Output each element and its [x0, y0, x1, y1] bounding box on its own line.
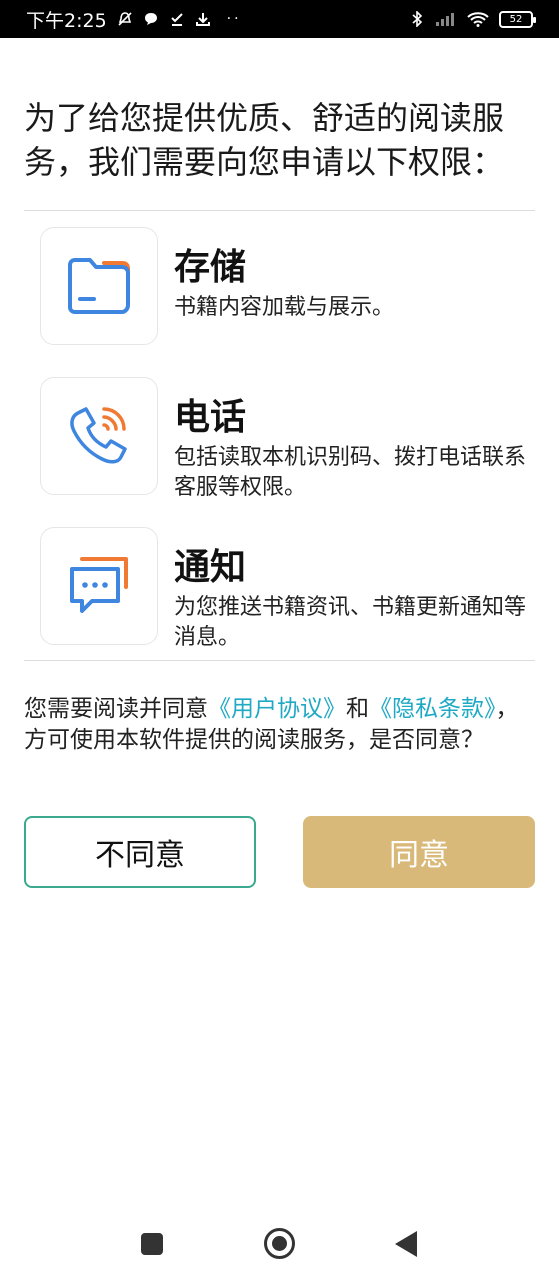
user-agreement-link[interactable]: 《用户协议》	[208, 696, 346, 722]
battery-level: 52	[509, 13, 523, 25]
agree-button[interactable]: 同意	[303, 816, 535, 888]
status-time: 下午2:25	[26, 9, 107, 32]
permission-phone-text: 电话 包括读取本机识别码、拨打电话联系客服等权限。	[174, 377, 534, 503]
navigation-bar	[0, 1210, 559, 1280]
intro-text: 为了给您提供优质、舒适的阅读服务，我们需要向您申请以下权限：	[24, 99, 505, 181]
disagree-button[interactable]: 不同意	[24, 816, 256, 888]
home-icon-dot	[272, 1236, 287, 1251]
permission-description: 为您推送书籍资讯、书籍更新通知等消息。	[174, 595, 527, 650]
chat-icon	[144, 13, 157, 25]
home-icon[interactable]	[264, 1228, 295, 1259]
agreement-prefix: 您需要阅读并同意	[24, 696, 208, 722]
permission-dialog-screen: 下午2:25 ·· 52 为了给您提供优质、舒适的阅读服务，我们需要向您申请以下…	[0, 0, 559, 1280]
wifi-icon	[467, 12, 489, 27]
message-icon	[40, 527, 158, 645]
agreement-text: 您需要阅读并同意《用户协议》和《隐私条款》，方可使用本软件提供的阅读服务，是否同…	[24, 694, 534, 756]
download-icon	[195, 13, 210, 26]
bottom-divider	[24, 660, 535, 661]
permission-description: 包括读取本机识别码、拨打电话联系客服等权限。	[174, 445, 527, 500]
agreement-and: 和	[346, 696, 369, 722]
status-bar: 下午2:25 ·· 52	[0, 0, 559, 38]
permission-title: 电话	[174, 397, 247, 438]
permission-description: 书籍内容加载与展示。	[174, 295, 395, 320]
battery-icon: 52	[499, 10, 536, 28]
privacy-policy-link[interactable]: 《隐私条款》	[369, 696, 496, 722]
phone-icon	[40, 377, 158, 495]
permission-storage-text: 存储 书籍内容加载与展示。	[174, 227, 534, 345]
status-bar-right: 52	[409, 10, 536, 28]
permission-title: 存储	[174, 247, 247, 288]
back-icon[interactable]	[395, 1231, 417, 1257]
signal-icon	[436, 13, 454, 26]
bluetooth-icon	[412, 11, 423, 27]
permission-phone: 电话 包括读取本机识别码、拨打电话联系客服等权限。	[40, 377, 540, 503]
permission-storage: 存储 书籍内容加载与展示。	[40, 227, 540, 345]
mute-icon	[118, 12, 132, 26]
permission-notification-text: 通知 为您推送书籍资讯、书籍更新通知等消息。	[174, 527, 534, 653]
top-divider	[24, 210, 535, 211]
recent-apps-icon[interactable]	[141, 1233, 163, 1255]
permission-title: 通知	[174, 547, 247, 588]
folder-icon	[40, 227, 158, 345]
check-icon	[170, 13, 183, 26]
more-dots-icon: ··	[226, 11, 242, 27]
permission-notification: 通知 为您推送书籍资讯、书籍更新通知等消息。	[40, 527, 540, 653]
status-bar-left: 下午2:25 ··	[26, 6, 242, 33]
